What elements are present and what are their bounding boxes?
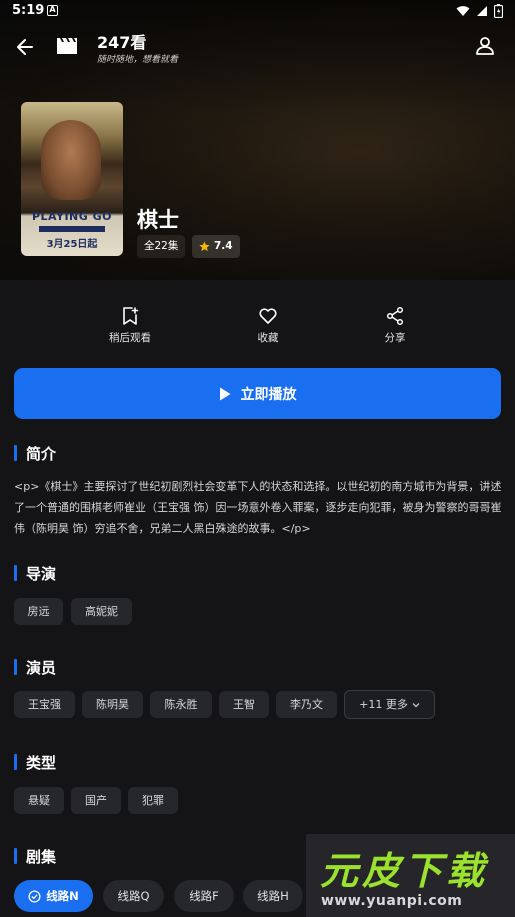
movie-title: 棋士 <box>137 208 179 232</box>
movie-poster: PLAYING GO 3月25日起 <box>21 102 123 256</box>
share-button[interactable]: 分享 <box>355 300 435 345</box>
section-title-director: 导演 <box>14 563 56 584</box>
user-icon[interactable] <box>473 34 497 58</box>
star-icon <box>199 241 210 252</box>
director-chip[interactable]: 高妮妮 <box>71 598 132 625</box>
play-now-button[interactable]: 立即播放 <box>14 368 501 419</box>
cast-chip[interactable]: 王智 <box>219 691 269 718</box>
watermark-text: 元皮下载 <box>320 849 489 893</box>
cast-chip[interactable]: 陈明昊 <box>82 691 143 718</box>
poster-date: 3月25日起 <box>46 239 98 250</box>
status-icons <box>456 4 503 18</box>
cast-chip[interactable]: 陈永胜 <box>150 691 212 718</box>
synopsis-text: <p>《棋士》主要探讨了世纪初剧烈社会变革下人的状态和选择。以世纪初的南方城市为… <box>14 480 502 535</box>
top-bar: 247看 随时随地，想看就看 <box>0 26 515 70</box>
app-title: 247看 <box>97 33 147 52</box>
section-title-episodes: 剧集 <box>14 846 56 867</box>
back-button[interactable] <box>12 34 38 60</box>
genre-chip[interactable]: 悬疑 <box>14 787 64 814</box>
line-tab[interactable]: 线路H <box>243 880 303 912</box>
watermark-url: www.yuanpi.com <box>321 893 463 909</box>
director-chip[interactable]: 房远 <box>14 598 63 625</box>
wifi-icon <box>456 6 470 16</box>
app-subtitle: 随时随地，想看就看 <box>97 55 179 65</box>
chevron-down-icon <box>412 702 420 707</box>
poster-title: PLAYING GO <box>31 210 113 223</box>
line-tab-active[interactable]: 线路N <box>14 880 93 912</box>
check-circle-icon <box>28 889 41 903</box>
line-tab[interactable]: 线路F <box>174 880 234 912</box>
cast-chip[interactable]: 李乃文 <box>276 691 337 718</box>
heart-icon <box>259 308 277 324</box>
arrow-left-icon <box>17 39 33 55</box>
rating-value: 7.4 <box>214 240 233 252</box>
line-tab[interactable]: 线路Q <box>103 880 164 912</box>
section-title-synopsis: 简介 <box>14 443 56 464</box>
cast-more-button[interactable]: +11 更多 <box>344 690 435 719</box>
play-icon <box>219 387 230 400</box>
notification-badge: A <box>47 5 58 16</box>
watermark: 元皮下载 www.yuanpi.com <box>306 834 515 917</box>
cast-chip[interactable]: 王宝强 <box>14 691 75 718</box>
section-title-genre: 类型 <box>14 752 56 773</box>
genre-chip[interactable]: 犯罪 <box>128 787 178 814</box>
rating-badge: 7.4 <box>192 235 240 258</box>
status-time: 5:19 <box>12 3 45 18</box>
action-row: 稍后观看 收藏 分享 <box>0 300 515 356</box>
clapperboard-icon <box>57 38 77 54</box>
episode-count-badge: 全22集 <box>137 235 186 258</box>
watch-later-button[interactable]: 稍后观看 <box>90 300 170 345</box>
share-icon <box>386 306 404 326</box>
bookmark-add-icon <box>123 307 139 325</box>
signal-icon <box>477 6 487 16</box>
genre-chip[interactable]: 国产 <box>71 787 121 814</box>
favorite-button[interactable]: 收藏 <box>228 300 308 345</box>
section-title-cast: 演员 <box>14 657 56 678</box>
status-bar: 5:19 A <box>0 0 515 24</box>
battery-icon <box>494 4 503 18</box>
